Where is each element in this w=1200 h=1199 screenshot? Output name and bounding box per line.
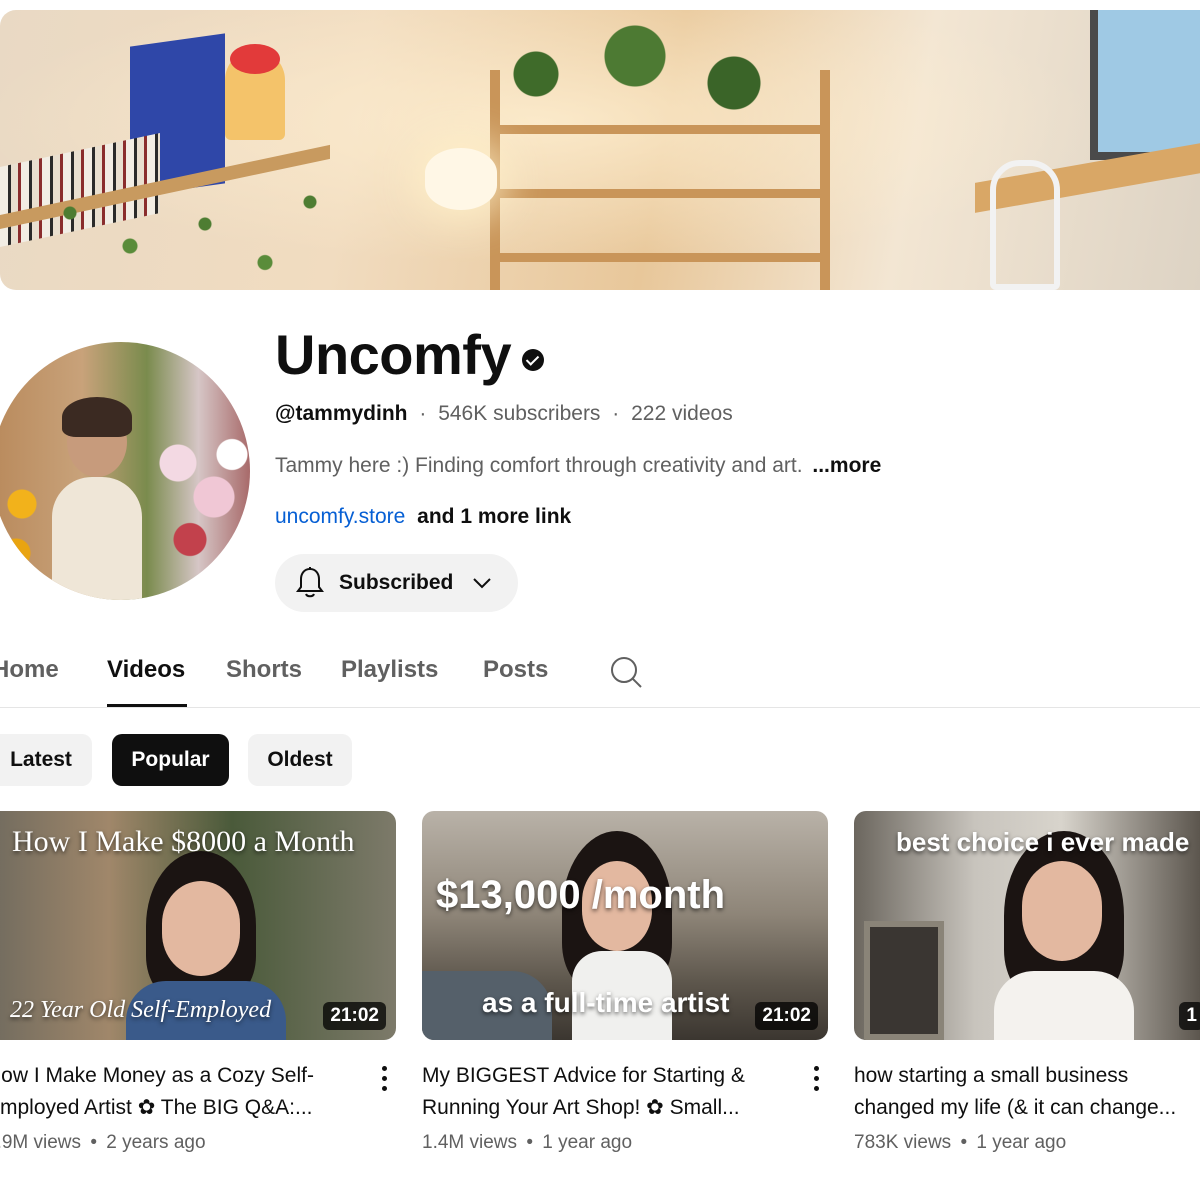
active-tab-indicator (107, 704, 187, 707)
avatar-flowers (142, 412, 250, 582)
video-views: 1.4M views (422, 1132, 518, 1153)
channel-tabs: Home Videos Shorts Playlists Posts (0, 640, 1200, 708)
channel-banner (0, 10, 1200, 290)
avatar-person (42, 382, 152, 600)
banner-lamp (425, 148, 497, 210)
chip-oldest[interactable]: Oldest (248, 734, 352, 786)
bell-icon (296, 567, 324, 598)
channel-name: Uncomfy (275, 323, 512, 386)
thumbnail-headline: $13,000 /month (436, 873, 726, 917)
video-age: 1 year ago (976, 1132, 1067, 1153)
description-more-link[interactable]: ...more (812, 454, 881, 477)
video-card[interactable]: $13,000 /month as a full-time artist 21:… (422, 811, 828, 1154)
thumbnail-subtext: 22 Year Old Self-Employed (10, 997, 272, 1023)
banner-vines (40, 180, 340, 290)
video-stats: 1.4M views • 1 year ago (422, 1132, 828, 1154)
video-stats: 1.9M views • 2 years ago (0, 1132, 396, 1154)
channel-handle: @tammydinh (275, 402, 408, 425)
video-count: 222 videos (631, 402, 733, 425)
thumbnail-headline: How I Make $8000 a Month (12, 825, 355, 858)
banner-cake-artwork (225, 44, 285, 140)
subscribed-button[interactable]: Subscribed (275, 554, 518, 612)
channel-avatar[interactable] (0, 342, 250, 600)
video-title[interactable]: My BIGGEST Advice for Starting & Running… (422, 1060, 772, 1124)
video-card[interactable]: best choice i ever made 1 how starting a… (854, 811, 1200, 1154)
video-views: 783K views (854, 1132, 952, 1153)
video-thumbnail[interactable]: best choice i ever made 1 (854, 811, 1200, 1040)
video-card[interactable]: How I Make $8000 a Month 22 Year Old Sel… (0, 811, 396, 1154)
video-title[interactable]: How I Make Money as a Cozy Self-Employed… (0, 1060, 336, 1124)
chip-popular[interactable]: Popular (112, 734, 229, 786)
video-duration: 1 (1179, 1002, 1200, 1030)
video-age: 2 years ago (106, 1132, 206, 1153)
tab-videos[interactable]: Videos (107, 656, 185, 684)
description-text: Tammy here :) Finding comfort through cr… (275, 454, 803, 477)
more-vert-icon[interactable] (374, 1063, 394, 1097)
video-views: 1.9M views (0, 1132, 82, 1153)
video-duration: 21:02 (323, 1002, 386, 1030)
more-vert-icon[interactable] (806, 1063, 826, 1097)
chevron-down-icon (473, 578, 492, 589)
chip-latest[interactable]: Latest (0, 734, 92, 786)
banner-shelf-rack (490, 70, 830, 290)
video-duration: 21:02 (755, 1002, 818, 1030)
tab-home[interactable]: Home (0, 656, 59, 684)
channel-link[interactable]: uncomfy.store (275, 505, 405, 528)
tab-posts[interactable]: Posts (483, 656, 548, 684)
stats-separator: • (960, 1132, 968, 1153)
tab-shorts[interactable]: Shorts (226, 656, 302, 684)
meta-separator: · (612, 402, 620, 425)
meta-separator: · (419, 402, 427, 425)
banner-window (1090, 10, 1200, 160)
channel-description[interactable]: Tammy here :) Finding comfort through cr… (275, 454, 881, 478)
video-stats: 783K views • 1 year ago (854, 1132, 1200, 1154)
video-age: 1 year ago (542, 1132, 633, 1153)
tab-playlists[interactable]: Playlists (341, 656, 438, 684)
stats-separator: • (526, 1132, 533, 1153)
search-icon[interactable] (608, 654, 644, 690)
more-links-button[interactable]: and 1 more link (417, 505, 571, 528)
thumbnail-headline: best choice i ever made (896, 827, 1190, 857)
subscribed-label: Subscribed (339, 571, 454, 594)
thumbnail-subtext: as a full-time artist (482, 987, 730, 1018)
stats-separator: • (90, 1132, 97, 1153)
verified-badge-icon (522, 349, 544, 371)
video-thumbnail[interactable]: $13,000 /month as a full-time artist 21:… (422, 811, 828, 1040)
subscriber-count: 546K subscribers (438, 402, 601, 425)
channel-links: uncomfy.store and 1 more link (275, 505, 571, 529)
channel-meta: @tammydinh · 546K subscribers · 222 vide… (275, 402, 733, 426)
banner-chair (990, 160, 1060, 290)
video-title[interactable]: how starting a small business changed my… (854, 1060, 1200, 1124)
video-thumbnail[interactable]: How I Make $8000 a Month 22 Year Old Sel… (0, 811, 396, 1040)
